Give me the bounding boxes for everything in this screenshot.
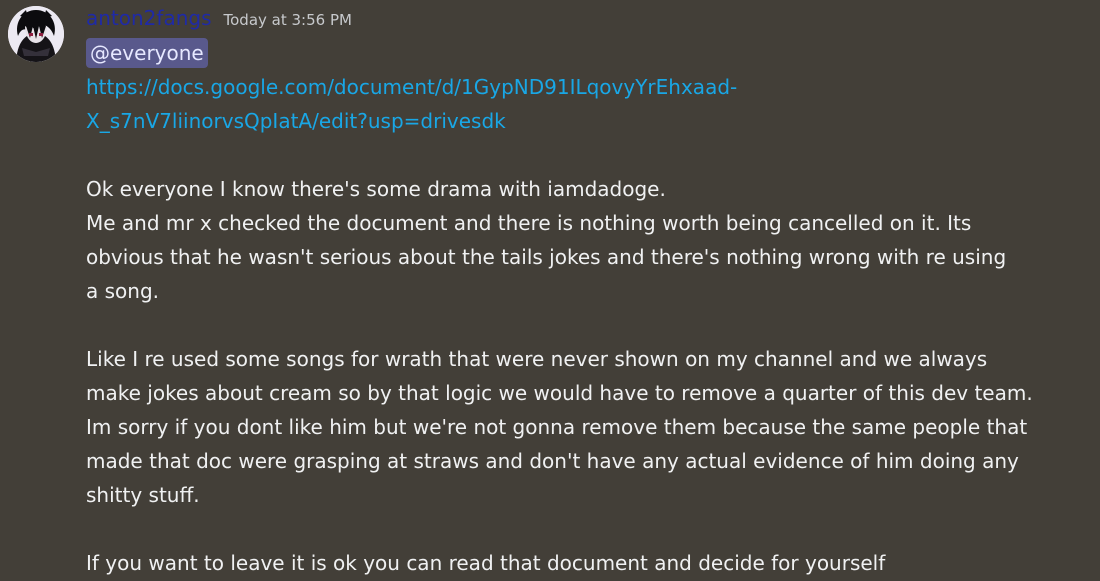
chat-message: anton2fangs Today at 3:56 PM @everyone h… <box>0 0 1100 581</box>
message-line: make jokes about cream so by that logic … <box>86 381 1033 405</box>
message-header: anton2fangs Today at 3:56 PM <box>86 4 352 32</box>
message-line: obvious that he wasn't serious about the… <box>86 245 1007 269</box>
message-timestamp: Today at 3:56 PM <box>223 11 352 29</box>
message-line: Ok everyone I know there's some drama wi… <box>86 177 666 201</box>
message-line: a song. <box>86 279 159 303</box>
message-line: Like I re used some songs for wrath that… <box>86 347 988 371</box>
user-avatar[interactable] <box>8 6 64 62</box>
message-line: made that doc were grasping at straws an… <box>86 449 1019 473</box>
message-line: If you want to leave it is ok you can re… <box>86 551 886 575</box>
everyone-mention[interactable]: @everyone <box>86 38 208 68</box>
document-link-line-1[interactable]: https://docs.google.com/document/d/1GypN… <box>86 70 1076 104</box>
message-line: Im sorry if you dont like him but we're … <box>86 415 1028 439</box>
document-link-line-2[interactable]: X_s7nV7liinorvsQpIatA/edit?usp=drivesdk <box>86 104 1076 138</box>
message-line: shitty stuff. <box>86 483 200 507</box>
username[interactable]: anton2fangs <box>86 4 212 32</box>
avatar-image <box>8 6 64 62</box>
message-content: @everyone https://docs.google.com/docume… <box>86 36 1076 580</box>
message-line: Me and mr x checked the document and the… <box>86 211 972 235</box>
